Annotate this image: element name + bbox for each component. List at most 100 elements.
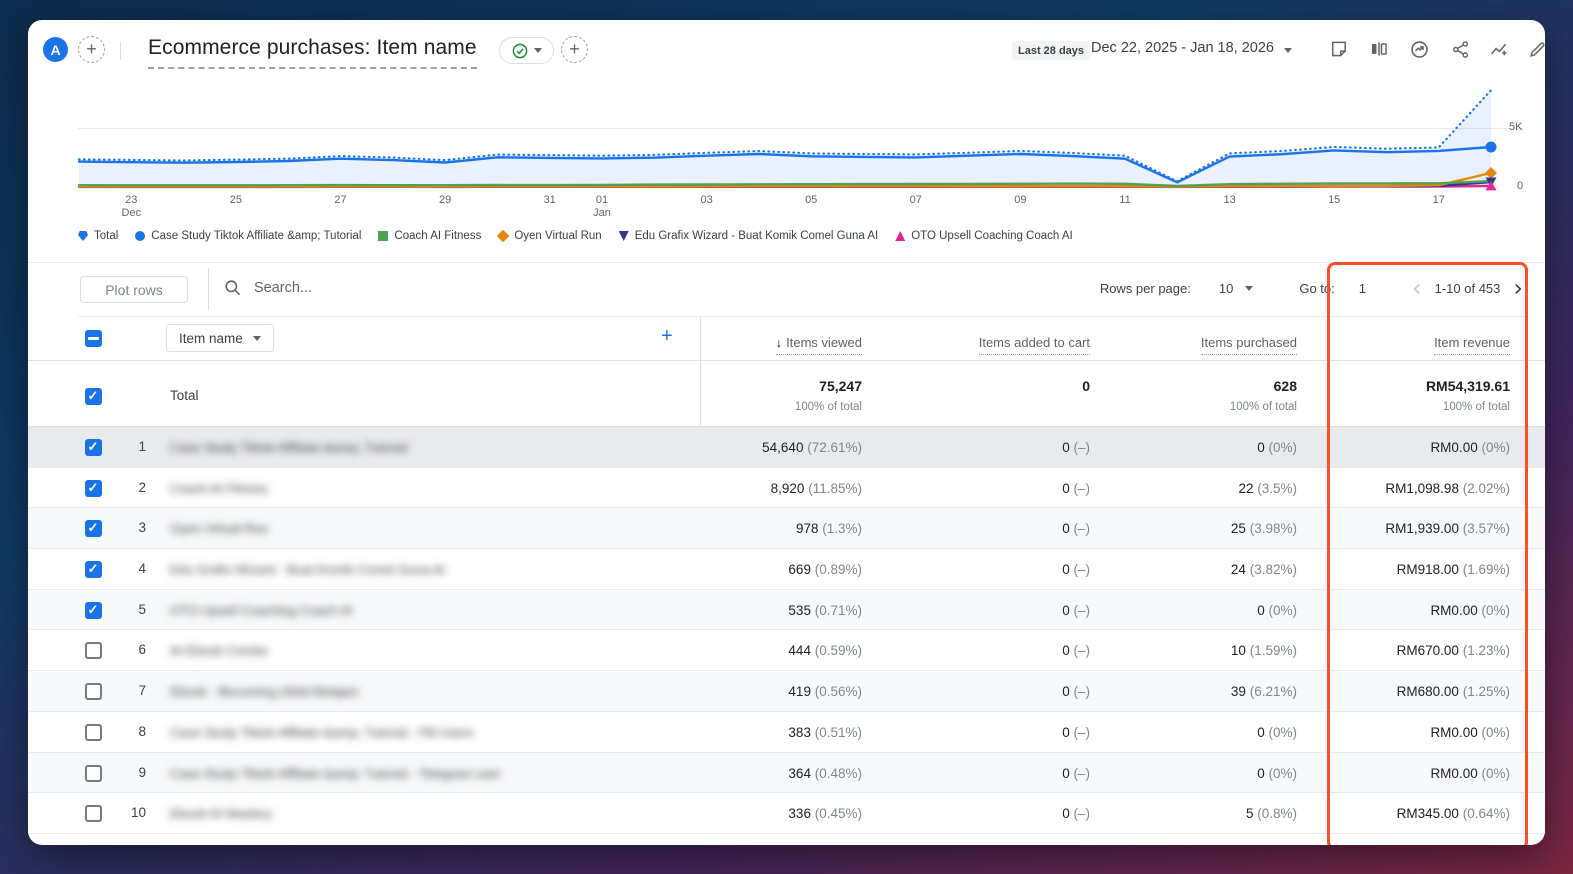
items-viewed-cell: 419 (0.56%) [788,684,862,700]
table-row[interactable]: 8 Case Study Tiktok Affiliate &amp; Tuto… [28,711,1545,753]
legend-label: Edu Grafix Wizard - Buat Komik Comel Gun… [634,230,879,242]
previous-page-button[interactable]: ‹ [1412,276,1422,300]
row-checkbox[interactable] [85,723,102,741]
x-axis-tick: 05 [805,194,818,206]
table-row[interactable]: 1 Case Study Tiktok Affiliate &amp; Tuto… [28,427,1545,468]
item-revenue-cell: RM0.00 (0%) [1430,765,1510,781]
legend-item[interactable]: Oyen Virtual Run [497,229,602,243]
table-row[interactable]: 10 Ebook AI Mastery 336 (0.45%) 0 (–) 5 … [28,793,1545,834]
column-header-item-revenue[interactable]: Item revenue [1434,335,1510,355]
avatar[interactable]: A [43,37,68,62]
go-to-label: Go to: [1299,280,1335,296]
row-checkbox[interactable] [85,561,102,579]
items-added-cell: 0 (–) [1062,602,1090,618]
go-to-page-input[interactable]: 1 [1359,281,1366,296]
item-revenue-cell: RM680.00 (1.25%) [1396,684,1510,700]
row-number: 8 [138,723,146,739]
items-added-cell: 0 (–) [1062,643,1090,659]
row-checkbox[interactable] [85,439,102,456]
items-purchased-cell: 0 (0%) [1257,602,1297,618]
total-row-checkbox[interactable] [85,388,102,405]
search-box [223,278,554,297]
item-revenue-cell: RM1,939.00 (3.57%) [1385,521,1510,537]
dimension-selector[interactable]: Item name [166,324,274,352]
item-name: Ebook AI Mastery [170,806,272,822]
legend-item[interactable]: Edu Grafix Wizard - Buat Komik Comel Gun… [618,230,879,242]
table-row[interactable]: 6 AI Ebook Combo 444 (0.59%) 0 (–) 10 (1… [28,630,1545,672]
column-header-items-viewed[interactable]: ↓ Items viewed [775,335,862,355]
insights-sparkline-icon[interactable] [1486,36,1512,62]
header-divider [120,42,121,60]
report-status-badge[interactable] [499,37,554,64]
search-input[interactable] [254,279,554,296]
item-revenue-cell: RM0.00 (0%) [1430,724,1510,740]
legend-marker-icon [135,231,146,241]
table-row[interactable]: 7 Ebook - Becoming (Abid Belajar) 419 (0… [28,671,1545,712]
row-checkbox[interactable] [85,520,102,538]
select-all-checkbox[interactable] [85,330,102,347]
column-header-items-added-to-cart[interactable]: Items added to cart [978,335,1090,355]
dimension-chevron-icon [252,335,261,341]
items-purchased-cell: 24 (3.82%) [1230,562,1297,578]
next-page-button[interactable]: › [1513,276,1523,300]
row-checkbox[interactable] [85,642,102,660]
search-icon [225,280,241,296]
page-title[interactable]: Ecommerce purchases: Item name [148,36,477,69]
row-number: 3 [138,520,146,536]
table-row[interactable]: 9 Case Study Tiktok Affiliate &amp; Tuto… [28,752,1545,794]
row-checkbox[interactable] [85,479,102,497]
row-checkbox[interactable] [85,683,102,701]
checkmark-circle-icon [512,43,527,58]
compare-reports-icon[interactable] [1366,36,1392,62]
items-purchased-cell: 5 (0.8%) [1245,806,1297,822]
items-viewed-cell: 8,920 (11.85%) [770,480,862,496]
item-name: Case Study Tiktok Affiliate &amp; Tutori… [170,724,474,740]
legend-item[interactable]: Case Study Tiktok Affiliate &amp; Tutori… [135,230,361,242]
row-checkbox[interactable] [85,805,102,823]
table-row[interactable]: 3 Oyen Virtual Run 978 (1.3%) 0 (–) 25 (… [28,508,1545,550]
row-checkbox[interactable] [85,601,102,619]
add-metric-button[interactable]: + [661,325,673,348]
items-purchased-cell: 25 (3.98%) [1230,521,1297,537]
rows-per-page-value[interactable]: 10 [1219,281,1233,296]
items-viewed-cell: 444 (0.59%) [788,643,862,659]
table-row[interactable]: 2 Coach AI Fitness 8,920 (11.85%) 0 (–) … [28,467,1545,509]
legend-item[interactable]: Coach AI Fitness [378,230,481,242]
date-range-chevron-icon[interactable] [1284,48,1292,53]
items-purchased-cell: 0 (0%) [1257,724,1297,740]
legend-item[interactable]: Total [78,230,118,242]
x-axis-tick: 27 [334,194,347,206]
items-purchased-cell: 0 (0%) [1257,440,1297,455]
total-items-purchased-sub: 100% of total [1229,401,1297,413]
chart-legend: Total Case Study Tiktok Affiliate &amp; … [78,229,1073,243]
add-report-tab-button[interactable]: + [561,36,588,63]
plot-rows-button[interactable]: Plot rows [80,276,188,303]
legend-item[interactable]: OTO Upsell Coaching Coach AI [895,230,1073,242]
line-chart[interactable] [77,80,1497,192]
legend-label: Case Study Tiktok Affiliate &amp; Tutori… [151,230,362,242]
item-revenue-cell: RM345.00 (0.64%) [1396,806,1510,822]
item-revenue-cell: RM0.00 (0%) [1430,602,1510,618]
row-number: 9 [138,764,146,780]
rows-per-page-chevron-icon[interactable] [1245,285,1254,291]
x-axis-tick: 31 [543,194,556,206]
insights-circle-icon[interactable] [1406,36,1432,62]
y-axis-label-5k: 5K [1509,121,1523,133]
column-header-items-purchased[interactable]: Items purchased [1200,335,1297,355]
item-name: Coach AI Fitness [170,480,269,496]
date-range-value[interactable]: Dec 22, 2025 - Jan 18, 2026 [1091,40,1274,56]
edit-icon[interactable] [1524,36,1545,62]
items-purchased-cell: 39 (6.21%) [1230,684,1297,700]
table-row[interactable]: 5 OTO Upsell Coaching Coach AI 535 (0.71… [28,589,1545,631]
items-added-cell: 0 (–) [1062,521,1090,537]
table-top-divider [78,316,1525,317]
items-added-cell: 0 (–) [1062,765,1090,781]
add-comparison-button[interactable]: + [78,36,105,63]
items-added-cell: 0 (–) [1062,440,1090,455]
notes-icon[interactable] [1326,36,1352,62]
row-checkbox[interactable] [85,764,102,782]
share-icon[interactable] [1447,36,1473,62]
sort-descending-icon: ↓ [775,335,783,350]
legend-marker-icon [78,231,88,241]
table-row[interactable]: 4 Edu Grafix Wizard - Buat Komik Comel G… [28,549,1545,590]
